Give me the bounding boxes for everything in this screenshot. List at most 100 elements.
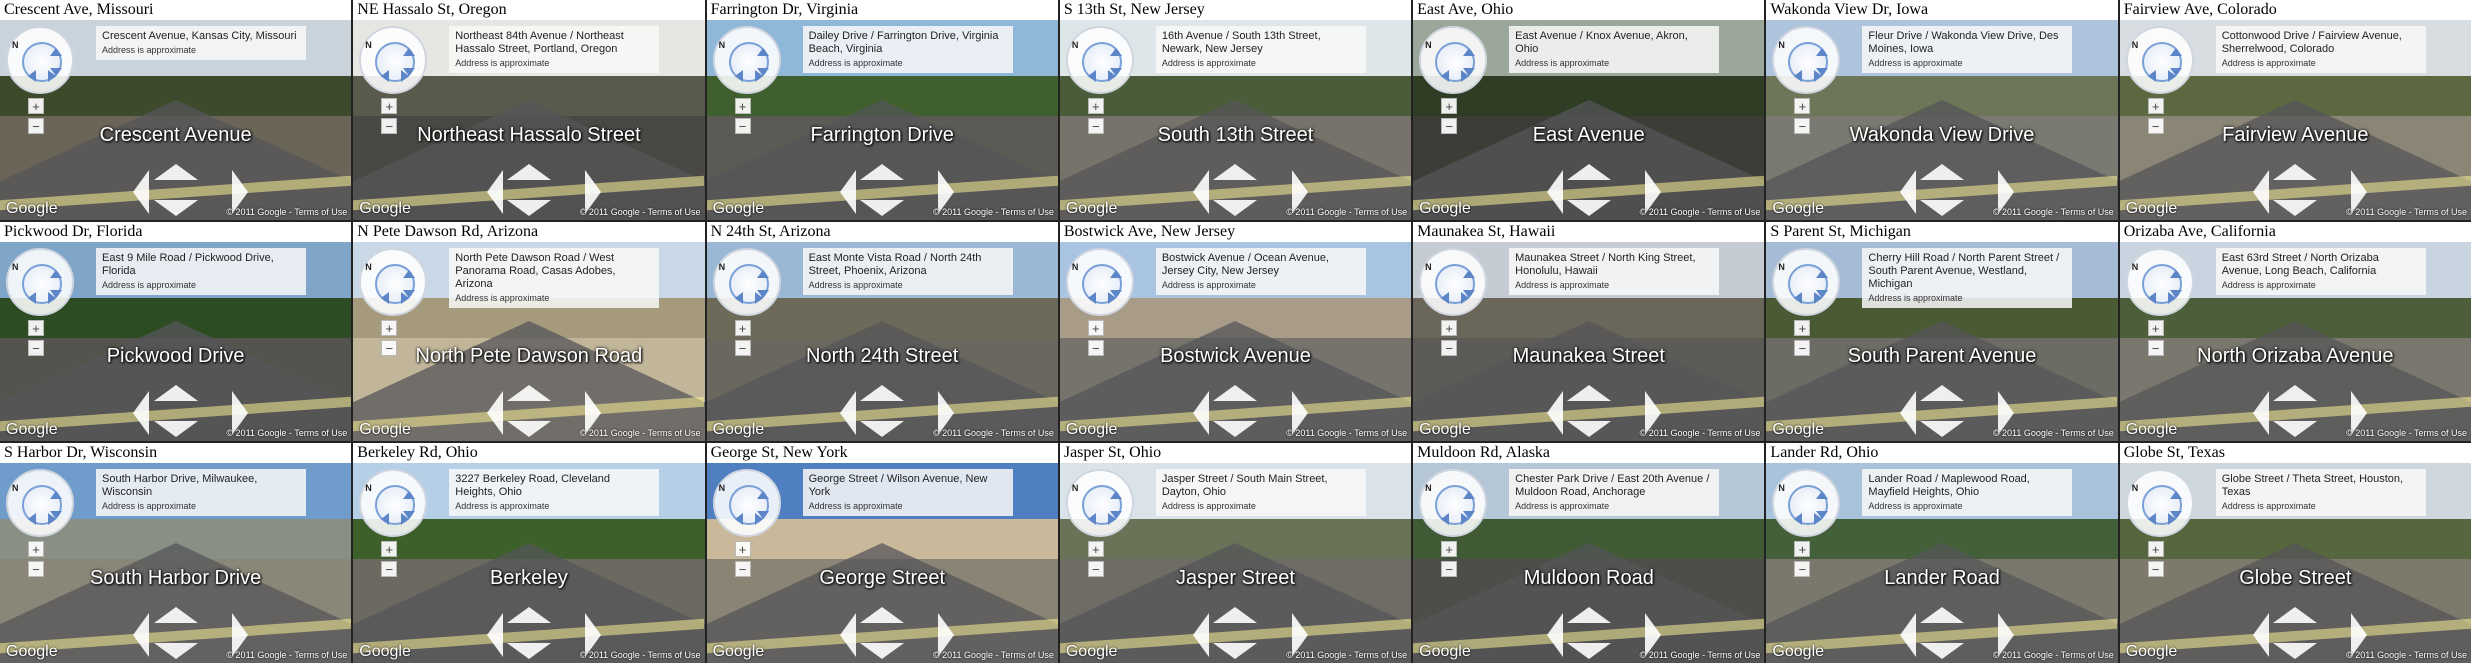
- pan-left-icon[interactable]: [1794, 291, 1803, 304]
- panorama-view[interactable]: N + − Cottonwood Drive / Fairview Avenue…: [2119, 20, 2471, 220]
- pan-left-icon[interactable]: [381, 513, 390, 526]
- pan-up-icon[interactable]: [1816, 48, 1829, 56]
- pan-up-icon[interactable]: [756, 491, 769, 500]
- zoom-in-button[interactable]: +: [1441, 541, 1458, 558]
- move-back-arrow-icon[interactable]: [1213, 421, 1258, 438]
- move-back-arrow-icon[interactable]: [1566, 643, 1611, 660]
- zoom-out-button[interactable]: −: [2147, 118, 2164, 134]
- move-back-arrow-icon[interactable]: [506, 421, 551, 438]
- pan-control[interactable]: [1788, 263, 1829, 304]
- pan-control[interactable]: [2141, 263, 2182, 304]
- navigation-compass[interactable]: N: [2125, 469, 2194, 538]
- zoom-out-button[interactable]: −: [1441, 561, 1458, 578]
- pan-up-icon[interactable]: [403, 48, 416, 56]
- move-left-arrow-icon[interactable]: [133, 613, 150, 658]
- panorama-view[interactable]: N + − 16th Avenue / South 13th Street, N…: [1059, 20, 1412, 220]
- move-forward-arrow-icon[interactable]: [2273, 385, 2318, 402]
- pan-left-icon[interactable]: [28, 70, 36, 82]
- move-left-arrow-icon[interactable]: [839, 169, 856, 214]
- move-back-arrow-icon[interactable]: [153, 421, 198, 438]
- move-left-arrow-icon[interactable]: [1899, 391, 1916, 436]
- zoom-out-button[interactable]: −: [1794, 561, 1811, 578]
- move-back-arrow-icon[interactable]: [2273, 199, 2318, 216]
- pan-right-icon[interactable]: [401, 513, 410, 526]
- pan-up-icon[interactable]: [2169, 491, 2182, 500]
- move-back-arrow-icon[interactable]: [1213, 199, 1258, 216]
- zoom-in-button[interactable]: +: [1087, 541, 1104, 558]
- move-left-arrow-icon[interactable]: [1899, 613, 1916, 658]
- copyright-terms-link[interactable]: © 2011 Google - Terms of Use: [226, 428, 347, 438]
- move-forward-arrow-icon[interactable]: [506, 607, 551, 624]
- panorama-view[interactable]: N + − Crescent Avenue, Kansas City, Miss…: [0, 20, 352, 220]
- pan-right-icon[interactable]: [1107, 291, 1116, 304]
- zoom-out-button[interactable]: −: [28, 339, 44, 356]
- pan-left-icon[interactable]: [381, 70, 390, 82]
- zoom-in-button[interactable]: +: [1441, 98, 1458, 114]
- navigation-compass[interactable]: N: [2125, 247, 2194, 316]
- pan-control[interactable]: [375, 263, 416, 304]
- pan-right-icon[interactable]: [754, 291, 763, 304]
- zoom-out-button[interactable]: −: [1441, 339, 1458, 356]
- navigation-compass[interactable]: N: [1419, 469, 1488, 538]
- move-back-arrow-icon[interactable]: [2273, 421, 2318, 438]
- move-forward-arrow-icon[interactable]: [153, 163, 198, 180]
- zoom-out-button[interactable]: −: [1794, 118, 1811, 134]
- move-back-arrow-icon[interactable]: [1213, 643, 1258, 660]
- copyright-terms-link[interactable]: © 2011 Google - Terms of Use: [580, 207, 701, 217]
- move-back-arrow-icon[interactable]: [1566, 199, 1611, 216]
- pan-left-icon[interactable]: [1441, 70, 1450, 82]
- navigation-compass[interactable]: N: [6, 469, 74, 538]
- zoom-out-button[interactable]: −: [734, 561, 751, 578]
- zoom-in-button[interactable]: +: [2147, 541, 2164, 558]
- pan-right-icon[interactable]: [2167, 70, 2176, 82]
- copyright-terms-link[interactable]: © 2011 Google - Terms of Use: [1993, 650, 2114, 660]
- move-back-arrow-icon[interactable]: [506, 643, 551, 660]
- move-back-arrow-icon[interactable]: [1920, 643, 1965, 660]
- move-left-arrow-icon[interactable]: [1193, 613, 1210, 658]
- pan-right-icon[interactable]: [2167, 513, 2176, 526]
- move-forward-arrow-icon[interactable]: [1213, 607, 1258, 624]
- move-back-arrow-icon[interactable]: [153, 199, 198, 216]
- pan-right-icon[interactable]: [48, 513, 56, 526]
- move-left-arrow-icon[interactable]: [486, 613, 503, 658]
- move-forward-arrow-icon[interactable]: [1920, 385, 1965, 402]
- zoom-out-button[interactable]: −: [2147, 561, 2164, 578]
- copyright-terms-link[interactable]: © 2011 Google - Terms of Use: [226, 650, 347, 660]
- navigation-compass[interactable]: N: [1772, 247, 1841, 316]
- pan-right-icon[interactable]: [1461, 70, 1470, 82]
- copyright-terms-link[interactable]: © 2011 Google - Terms of Use: [933, 650, 1054, 660]
- zoom-in-button[interactable]: +: [1794, 541, 1811, 558]
- pan-right-icon[interactable]: [754, 513, 763, 526]
- move-left-arrow-icon[interactable]: [133, 391, 150, 436]
- pan-right-icon[interactable]: [1814, 70, 1823, 82]
- panorama-view[interactable]: N + − George Street / Wilson Avenue, New…: [706, 463, 1058, 663]
- zoom-out-button[interactable]: −: [381, 561, 398, 578]
- copyright-terms-link[interactable]: © 2011 Google - Terms of Use: [1993, 207, 2114, 217]
- pan-up-icon[interactable]: [403, 269, 416, 278]
- panorama-view[interactable]: N + − East Monte Vista Road / North 24th…: [706, 241, 1058, 442]
- zoom-out-button[interactable]: −: [1087, 118, 1104, 134]
- pan-control[interactable]: [728, 42, 769, 82]
- move-back-arrow-icon[interactable]: [1920, 199, 1965, 216]
- copyright-terms-link[interactable]: © 2011 Google - Terms of Use: [1286, 428, 1407, 438]
- move-left-arrow-icon[interactable]: [839, 613, 856, 658]
- pan-control[interactable]: [22, 263, 62, 304]
- copyright-terms-link[interactable]: © 2011 Google - Terms of Use: [580, 650, 701, 660]
- copyright-terms-link[interactable]: © 2011 Google - Terms of Use: [2346, 428, 2467, 438]
- pan-control[interactable]: [375, 485, 416, 526]
- pan-up-icon[interactable]: [50, 48, 62, 56]
- zoom-out-button[interactable]: −: [381, 339, 398, 356]
- copyright-terms-link[interactable]: © 2011 Google - Terms of Use: [2346, 650, 2467, 660]
- navigation-compass[interactable]: N: [359, 26, 428, 94]
- zoom-in-button[interactable]: +: [1441, 319, 1458, 336]
- pan-left-icon[interactable]: [28, 291, 36, 304]
- navigation-compass[interactable]: N: [712, 247, 781, 316]
- move-left-arrow-icon[interactable]: [2253, 169, 2270, 214]
- move-forward-arrow-icon[interactable]: [1920, 163, 1965, 180]
- pan-up-icon[interactable]: [1109, 269, 1122, 278]
- pan-up-icon[interactable]: [1109, 491, 1122, 500]
- zoom-in-button[interactable]: +: [1087, 319, 1104, 336]
- zoom-out-button[interactable]: −: [1441, 118, 1458, 134]
- pan-control[interactable]: [22, 42, 62, 82]
- zoom-in-button[interactable]: +: [2147, 319, 2164, 336]
